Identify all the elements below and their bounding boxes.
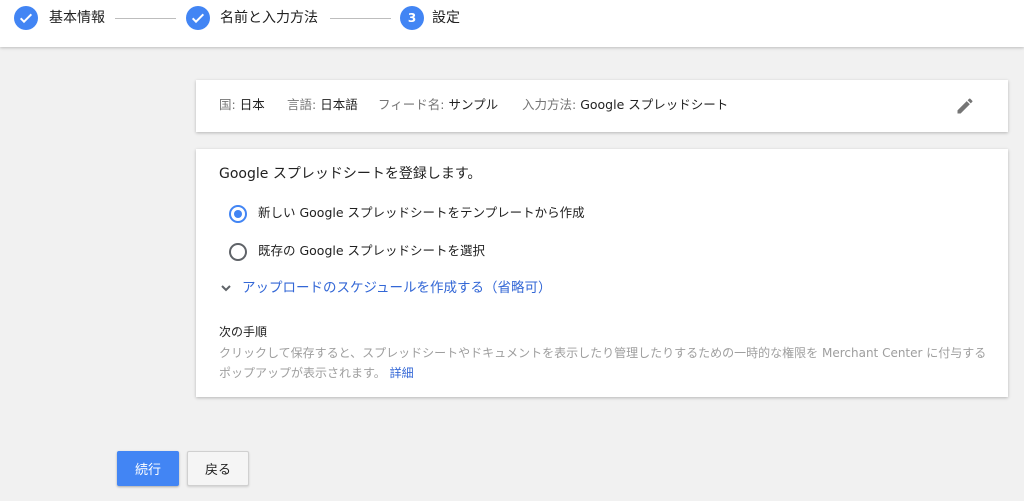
- next-steps-title: 次の手順: [219, 325, 268, 339]
- main-title: Google スプレッドシートを登録します。: [219, 166, 482, 182]
- summary-country: 国: 日本: [219, 97, 265, 112]
- next-steps-description: クリックして保存すると、スプレッドシートやドキュメントを表示したり管理したりする…: [219, 346, 987, 380]
- schedule-link[interactable]: アップロードのスケジュールを作成する（省略可）: [242, 279, 552, 297]
- pencil-icon[interactable]: [955, 96, 975, 116]
- step-number-badge: 3: [400, 6, 424, 30]
- step-label-basic-info: 基本情報: [49, 10, 105, 26]
- step-connector: [115, 18, 176, 19]
- check-icon: [186, 6, 210, 30]
- summary-feed-name: フィード名: サンプル: [378, 97, 499, 112]
- radio-label-new-spreadsheet[interactable]: 新しい Google スプレッドシートをテンプレートから作成: [258, 205, 585, 221]
- radio-label-existing-spreadsheet[interactable]: 既存の Google スプレッドシートを選択: [258, 243, 485, 259]
- radio-new-spreadsheet[interactable]: [229, 205, 247, 223]
- step-number: 3: [407, 11, 417, 25]
- summary-card: 国: 日本 言語: 日本語 フィード名: サンプル 入力方法: Google ス…: [196, 80, 1008, 132]
- stepper: 基本情報 名前と入力方法 3 設定: [0, 0, 1024, 47]
- step-label-name-input: 名前と入力方法: [220, 10, 318, 26]
- continue-button[interactable]: 続行: [117, 451, 179, 486]
- chevron-down-icon[interactable]: [218, 280, 234, 296]
- summary-language: 言語: 日本語: [287, 97, 358, 112]
- summary-input-method: 入力方法: Google スプレッドシート: [522, 97, 729, 112]
- step-label-settings: 設定: [432, 10, 460, 26]
- back-button[interactable]: 戻る: [187, 451, 249, 486]
- step-connector: [330, 18, 391, 19]
- detail-link[interactable]: 詳細: [390, 366, 414, 380]
- check-icon: [14, 6, 38, 30]
- radio-existing-spreadsheet[interactable]: [229, 243, 247, 261]
